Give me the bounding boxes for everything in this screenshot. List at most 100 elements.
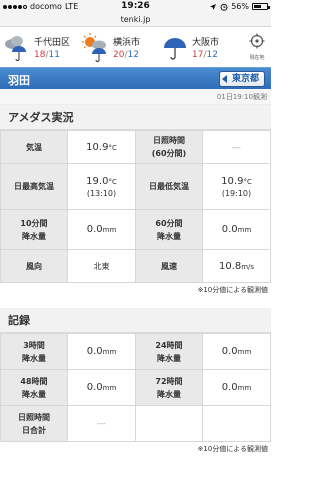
- label-period: 3時間: [23, 340, 45, 350]
- value-unit: °C: [108, 177, 117, 186]
- table-row: 48時間 降水量 0.0mm 72時間 降水量 0.0mm: [0, 369, 271, 406]
- value-cell: 北東: [67, 249, 136, 283]
- locate-label: 現在地: [249, 55, 265, 61]
- observation-note: ※10分値による観測値: [0, 442, 271, 457]
- label-cell: 日最高気温: [0, 163, 68, 210]
- alarm-clock-icon: [220, 3, 228, 11]
- low-temp: 12: [206, 49, 218, 60]
- value-number: 0.0: [86, 224, 103, 235]
- crosshair-icon: [249, 33, 265, 49]
- table-row: 日照時間 日合計 ---: [0, 405, 271, 442]
- forecast-city-osaka[interactable]: 大阪市 17/12: [160, 32, 239, 62]
- value-cell: 10.9°C (19:10): [202, 163, 271, 210]
- value-empty: ---: [232, 142, 241, 152]
- label-cell: 日照時間 日合計: [0, 405, 68, 442]
- value-text: 北東: [93, 261, 110, 271]
- value-unit: mm: [102, 384, 117, 392]
- high-temp: 17: [192, 49, 204, 60]
- table-row: 日最高気温 19.0°C (13:10) 日最低気温 10.9°C (19:10): [0, 163, 271, 210]
- label-cell: 72時間 降水量: [135, 369, 203, 406]
- value-unit: °C: [108, 143, 117, 152]
- amedas-heading: アメダス実況: [0, 105, 271, 130]
- location-arrow-icon: [210, 3, 217, 10]
- label-period: 48時間: [20, 376, 48, 386]
- label-precip: 降水量: [157, 353, 181, 363]
- value-number: 0.0: [86, 346, 103, 357]
- label-period: 60分間: [155, 218, 183, 228]
- label-cell: 日最低気温: [135, 163, 203, 210]
- high-temp: 20: [113, 49, 125, 60]
- low-temp: 11: [48, 49, 60, 60]
- prefecture-back-button[interactable]: 東京都: [218, 71, 265, 87]
- value-cell: 0.0mm: [67, 333, 136, 370]
- observed-time: 01日19:10観測: [0, 89, 271, 105]
- label-precip: 降水量: [22, 389, 46, 399]
- value-unit: mm: [102, 226, 117, 234]
- value-unit: mm: [102, 348, 117, 356]
- prefecture-label: 東京都: [231, 74, 259, 84]
- forecast-city-chiyoda[interactable]: 千代田区 18/11: [2, 32, 81, 62]
- label-period: 72時間: [155, 376, 183, 386]
- umbrella-icon: [164, 38, 186, 60]
- value-number: 10.9: [86, 141, 109, 153]
- value-unit: mm: [237, 226, 252, 234]
- value-cell: 0.0mm: [67, 369, 136, 406]
- value-cell: 0.0mm: [202, 209, 271, 250]
- label-max-temp: 日最高気温: [14, 182, 54, 191]
- value-time: (13:10): [86, 188, 117, 198]
- city-name: 千代田区: [34, 37, 71, 48]
- sun-cloud-umbrella-icon: [82, 33, 106, 62]
- value-time: (19:10): [221, 188, 252, 198]
- value-cell: 10.8m/s: [202, 249, 271, 283]
- forecast-strip: 千代田区 18/11 横浜市 20/12 大阪市 17/12 現在地: [0, 27, 271, 67]
- title-bar: 羽田 東京都: [0, 67, 271, 89]
- value-cell: ---: [67, 405, 136, 442]
- value-number: 10.8: [218, 260, 242, 272]
- table-row: 風向 北東 風速 10.8m/s: [0, 249, 271, 283]
- value-unit: °C: [243, 177, 252, 186]
- label-cell: 24時間 降水量: [135, 333, 203, 370]
- observation-note: ※10分値による観測値: [0, 283, 271, 298]
- url-domain: tenki.jp: [120, 15, 151, 24]
- url-bar[interactable]: tenki.jp: [0, 14, 271, 27]
- value-cell: 0.0mm: [202, 333, 271, 370]
- label-cell: 気温: [0, 130, 68, 164]
- battery-percent: 56%: [231, 2, 249, 11]
- value-unit: mm: [237, 348, 252, 356]
- section-spacer: [0, 298, 271, 308]
- value-cell: 0.0mm: [67, 209, 136, 250]
- label-sub: (60分間): [151, 149, 187, 158]
- value-unit: m/s: [241, 262, 255, 271]
- table-row: 気温 10.9°C 日照時間 (60分間) ---: [0, 130, 271, 164]
- label-cell: 10分間 降水量: [0, 209, 68, 250]
- label-cell: 3時間 降水量: [0, 333, 68, 370]
- low-temp: 12: [127, 49, 139, 60]
- city-name: 大阪市: [192, 37, 220, 48]
- label-wind-direction: 風向: [26, 261, 42, 271]
- value-cell: 10.9°C: [67, 130, 136, 164]
- cloud-umbrella-icon: [5, 36, 26, 61]
- empty-cell: [135, 405, 203, 442]
- table-row: 10分間 降水量 0.0mm 60分間 降水量 0.0mm: [0, 209, 271, 250]
- value-unit: mm: [237, 384, 252, 392]
- label-sunshine: 日照時間: [18, 412, 50, 422]
- battery-icon: [252, 3, 270, 10]
- value-number: 19.0: [86, 175, 109, 187]
- value-number: 0.0: [221, 346, 238, 357]
- high-temp: 18: [34, 49, 46, 60]
- current-location-button[interactable]: 現在地: [245, 33, 269, 61]
- city-name: 横浜市: [113, 37, 141, 48]
- back-arrow-icon: [221, 75, 227, 83]
- empty-cell: [202, 405, 271, 442]
- label-period: 10分間: [20, 218, 48, 228]
- value-cell: 19.0°C (13:10): [67, 163, 136, 210]
- page-title: 羽田: [8, 74, 30, 87]
- status-icons: 56%: [209, 2, 270, 11]
- label-wind-speed: 風速: [161, 261, 177, 271]
- label-sunshine: 日照時間: [153, 136, 185, 145]
- forecast-city-yokohama[interactable]: 横浜市 20/12: [81, 32, 160, 62]
- value-number: 10.9: [221, 175, 244, 187]
- value-cell: ---: [202, 130, 271, 164]
- value-number: 0.0: [221, 224, 238, 235]
- label-min-temp: 日最低気温: [149, 182, 189, 191]
